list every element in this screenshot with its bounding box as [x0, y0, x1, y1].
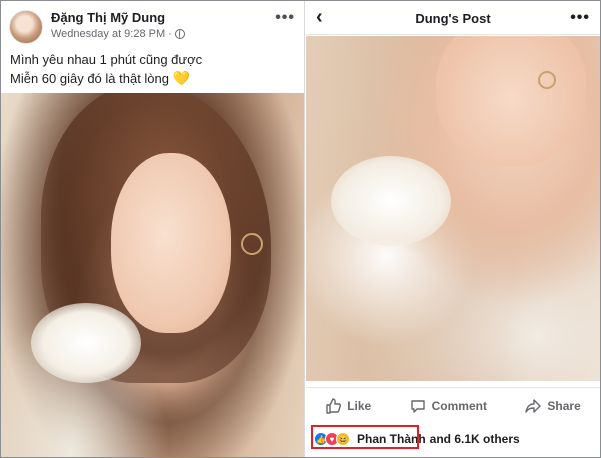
comment-button[interactable]: Comment — [410, 398, 487, 414]
post-photo[interactable] — [1, 93, 304, 457]
post-meta: Wednesday at 9:28 PM · — [51, 28, 185, 40]
share-icon — [525, 398, 542, 413]
reaction-others-count[interactable]: and 6.1K others — [430, 432, 520, 446]
share-label: Share — [547, 398, 581, 413]
yellow-heart-icon: 💛 — [172, 70, 191, 86]
post-header: Đặng Thị Mỹ Dung Wednesday at 9:28 PM · … — [1, 1, 304, 93]
comment-icon — [410, 399, 425, 413]
photo-flower-shape — [31, 303, 141, 383]
like-button[interactable]: Like — [325, 397, 372, 414]
meta-separator: · — [168, 28, 172, 40]
more-options-button[interactable]: ••• — [570, 9, 590, 27]
post-caption: Mình yêu nhau 1 phút cũng được Miễn 60 g… — [10, 50, 202, 88]
photo-flower-shape — [331, 156, 451, 246]
photo-earring-shape — [241, 233, 263, 255]
caption-line-2-text: Miễn 60 giây đó là thật lòng — [10, 71, 169, 86]
like-label: Like — [347, 398, 372, 413]
post-timestamp[interactable]: Wednesday at 9:28 PM — [51, 28, 165, 40]
photo-face-shape — [436, 36, 586, 166]
globe-icon — [174, 29, 185, 39]
author-avatar[interactable] — [9, 10, 43, 44]
left-post-panel: Đặng Thị Mỹ Dung Wednesday at 9:28 PM · … — [1, 1, 305, 457]
right-post-panel: ‹ Dung's Post ••• Like Comment Share 👍 ♥… — [306, 1, 600, 457]
caption-line-2: Miễn 60 giây đó là thật lòng 💛 — [10, 69, 202, 88]
photo-earring-shape — [538, 71, 556, 89]
post-view-title: Dung's Post — [415, 11, 491, 26]
thumbs-up-icon — [326, 397, 342, 414]
comment-label: Comment — [431, 398, 487, 413]
caption-line-1: Mình yêu nhau 1 phút cũng được — [10, 52, 203, 67]
author-name[interactable]: Đặng Thị Mỹ Dung — [51, 10, 165, 25]
photo-face-shape — [111, 153, 231, 333]
highlight-box — [311, 425, 419, 449]
post-photo[interactable] — [306, 36, 600, 381]
post-topbar: ‹ Dung's Post ••• — [306, 1, 600, 35]
more-options-button[interactable]: ••• — [275, 9, 295, 27]
post-action-bar: Like Comment Share — [306, 387, 600, 423]
share-button[interactable]: Share — [525, 398, 581, 414]
reactions-summary[interactable]: 👍 ♥ 😆 Phan Thành and 6.1K others — [311, 425, 594, 450]
